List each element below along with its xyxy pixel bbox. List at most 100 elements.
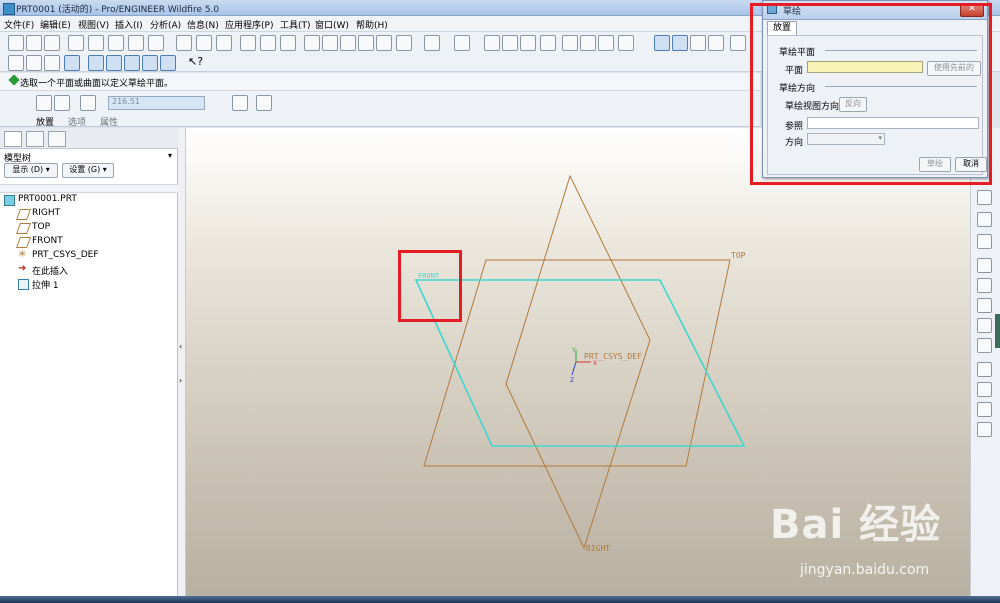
tab-properties[interactable]: 属性 [100, 115, 118, 128]
tab-placement[interactable]: 放置 [36, 115, 54, 128]
flip-direction-icon[interactable] [206, 95, 220, 109]
whats-this-icon[interactable]: ↖? [188, 55, 203, 69]
send-mail-icon[interactable] [376, 35, 392, 51]
new-icon[interactable] [8, 35, 24, 51]
close-window-icon[interactable] [44, 35, 60, 51]
annotation-display-icon[interactable] [160, 55, 176, 71]
select-box-icon[interactable] [618, 35, 634, 51]
tree-node-right[interactable]: RIGHT [15, 208, 60, 220]
paste-icon[interactable] [520, 35, 536, 51]
sweep-icon[interactable] [977, 212, 992, 227]
round-icon[interactable] [977, 338, 992, 353]
menu-apps[interactable]: 应用程序(P) [225, 18, 273, 31]
datum-point-icon[interactable] [148, 35, 164, 51]
datum-front-plane[interactable] [414, 279, 746, 447]
sketch-curve-icon[interactable] [68, 35, 84, 51]
shell-icon[interactable] [977, 278, 992, 293]
paste-special-icon[interactable] [540, 35, 556, 51]
thicken-icon[interactable] [256, 95, 272, 111]
solid-icon[interactable] [36, 95, 52, 111]
remove-material-icon[interactable] [232, 95, 248, 111]
datum-top-plane[interactable] [423, 259, 731, 467]
model-tree-dropdown-icon[interactable]: ▾ [168, 151, 172, 160]
right-edge-tab[interactable] [995, 314, 1000, 348]
datum-axis-icon[interactable] [108, 35, 124, 51]
depth-value-input[interactable]: 216.51 [108, 96, 205, 110]
open-icon[interactable] [26, 35, 42, 51]
rib-icon[interactable] [977, 298, 992, 313]
point-display-icon[interactable] [124, 55, 140, 71]
annotation-icon[interactable] [216, 35, 232, 51]
hole-icon[interactable] [977, 258, 992, 273]
mirror-icon[interactable] [977, 362, 992, 377]
depth-option-icon[interactable] [80, 95, 96, 111]
menu-analysis[interactable]: 分析(A) [150, 18, 181, 31]
plane-display-icon[interactable] [88, 55, 104, 71]
collapse-icon[interactable]: ‹ [179, 342, 182, 351]
model-tree-pane: 模型树 ▾ 显示 (D) ▾ 设置 (G) ▾ PRT0001.PRT RIGH… [0, 128, 178, 596]
pane-splitter[interactable]: ‹ › [178, 128, 186, 596]
menu-tools[interactable]: 工具(T) [280, 18, 311, 31]
regenerate-icon[interactable] [562, 35, 578, 51]
shaded-icon[interactable] [64, 55, 80, 71]
menu-insert[interactable]: 插入(I) [115, 18, 143, 31]
tree-node-top[interactable]: TOP [15, 222, 50, 234]
spin-center-icon[interactable] [690, 35, 706, 51]
print-icon[interactable] [358, 35, 374, 51]
axis-display-icon[interactable] [106, 55, 122, 71]
pattern-icon[interactable] [977, 422, 992, 437]
cut-icon[interactable] [484, 35, 500, 51]
merge-icon[interactable] [977, 382, 992, 397]
highlight-dialog [750, 3, 992, 185]
view-manager-icon[interactable] [240, 35, 256, 51]
trim-icon[interactable] [977, 402, 992, 417]
menu-file[interactable]: 文件(F) [4, 18, 34, 31]
find-icon[interactable] [598, 35, 614, 51]
surface-icon[interactable] [54, 95, 70, 111]
analysis-icon[interactable] [196, 35, 212, 51]
tree-node-part[interactable]: PRT0001.PRT [4, 194, 77, 206]
appearance-icon[interactable] [280, 35, 296, 51]
zoom-icon[interactable] [708, 35, 724, 51]
revolve-icon[interactable] [977, 190, 992, 205]
save-icon[interactable] [340, 35, 356, 51]
undo-icon[interactable] [424, 35, 440, 51]
menu-info[interactable]: 信息(N) [187, 18, 219, 31]
new-file-icon[interactable] [304, 35, 320, 51]
tree-node-extrude[interactable]: 拉伸 1 [18, 278, 59, 291]
datum-plane-icon[interactable] [88, 35, 104, 51]
layers-icon[interactable] [260, 35, 276, 51]
csys-icon: ✳ [18, 249, 27, 260]
menu-help[interactable]: 帮助(H) [356, 18, 388, 31]
open-file-icon[interactable] [322, 35, 338, 51]
tree-node-insert-here[interactable]: ➜ 在此插入 [18, 264, 68, 278]
message-bar: 选取一个平面或曲面以定义草绘平面。 [0, 73, 760, 91]
model-tree-tab-icon[interactable] [4, 131, 22, 147]
tree-node-csys[interactable]: ✳ PRT_CSYS_DEF [18, 249, 99, 261]
datum-curve-icon[interactable] [128, 35, 144, 51]
favorites-tab-icon[interactable] [48, 131, 66, 147]
menu-edit[interactable]: 编辑(E) [40, 18, 71, 31]
regen-manager-icon[interactable] [580, 35, 596, 51]
expand-icon[interactable]: › [179, 376, 182, 385]
blend-icon[interactable] [977, 234, 992, 249]
shading-icon[interactable] [730, 35, 746, 51]
settings-dropdown[interactable]: 设置 (G) ▾ [62, 163, 114, 178]
tab-options[interactable]: 选项 [68, 115, 86, 128]
tree-node-front[interactable]: FRONT [15, 236, 63, 248]
no-hidden-icon[interactable] [44, 55, 60, 71]
draft-icon[interactable] [977, 318, 992, 333]
csys-icon[interactable] [176, 35, 192, 51]
mail-attach-icon[interactable] [396, 35, 412, 51]
orient-icon[interactable] [672, 35, 688, 51]
repaint-icon[interactable] [654, 35, 670, 51]
hidden-line-icon[interactable] [26, 55, 42, 71]
csys-display-icon[interactable] [142, 55, 158, 71]
show-dropdown[interactable]: 显示 (D) ▾ [4, 163, 58, 178]
folder-browser-tab-icon[interactable] [26, 131, 44, 147]
menu-view[interactable]: 视图(V) [78, 18, 109, 31]
redo-icon[interactable] [454, 35, 470, 51]
wireframe-icon[interactable] [8, 55, 24, 71]
copy-icon[interactable] [502, 35, 518, 51]
menu-window[interactable]: 窗口(W) [315, 18, 349, 31]
